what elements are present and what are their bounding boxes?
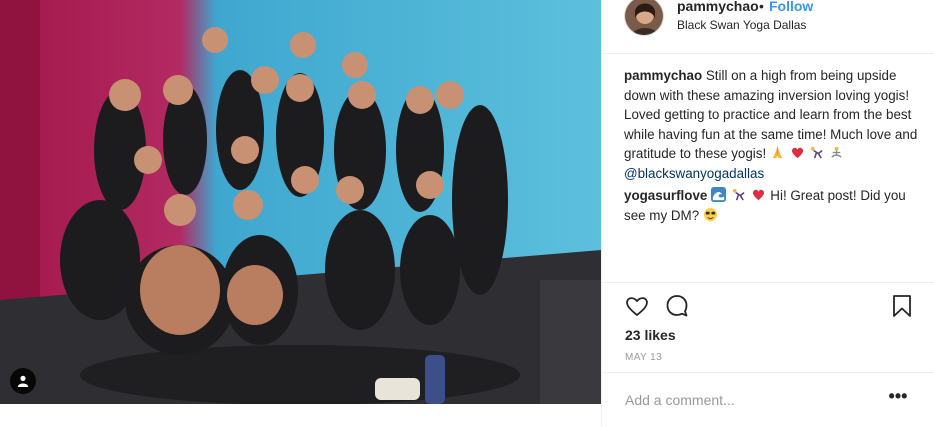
header-username[interactable]: pammychao — [677, 0, 759, 14]
group-photo-illustration — [0, 0, 601, 404]
user-icon — [17, 375, 29, 387]
save-button[interactable] — [889, 293, 915, 319]
person-doing-cartwheel-icon — [811, 146, 823, 159]
comment-username[interactable]: pammychao — [624, 68, 702, 83]
person-doing-cartwheel-icon — [732, 188, 745, 201]
avatar[interactable] — [624, 0, 664, 36]
post-header: pammychao • Follow Black Swan Yoga Dalla… — [602, 0, 934, 54]
red-heart-icon — [752, 189, 764, 201]
reply-comment: yogasurflove Hi! Great post! Did you see… — [624, 186, 924, 225]
like-button[interactable] — [624, 293, 650, 319]
comment-username[interactable]: yogasurflove — [624, 188, 707, 203]
folded-hands-icon — [772, 146, 783, 159]
add-comment-bar: ••• — [602, 372, 934, 427]
more-options-button[interactable]: ••• — [886, 387, 910, 411]
water-wave-icon — [711, 187, 727, 202]
post-date[interactable]: MAY 13 — [625, 352, 662, 363]
heart-icon — [626, 297, 648, 316]
header-separator: • — [759, 0, 764, 14]
likes-count[interactable]: 23 likes — [625, 327, 676, 343]
red-heart-icon — [791, 147, 803, 159]
location-link[interactable]: Black Swan Yoga Dallas — [677, 18, 806, 32]
post-side-panel: pammychao • Follow Black Swan Yoga Dalla… — [601, 0, 934, 427]
tagged-users-button[interactable] — [10, 368, 36, 394]
follow-button[interactable]: Follow — [769, 0, 813, 14]
bookmark-icon — [893, 295, 911, 317]
speech-bubble-icon — [666, 295, 688, 317]
post-actions: 23 likes MAY 13 — [602, 282, 934, 375]
caption-comment: pammychao Still on a high from being ups… — [624, 66, 924, 183]
comment-button[interactable] — [664, 293, 690, 319]
comment-input[interactable] — [625, 389, 865, 411]
post-photo[interactable] — [0, 0, 601, 404]
smiling-face-with-sunglasses-icon — [703, 207, 717, 221]
woman-in-lotus-icon — [831, 146, 842, 158]
comment-list: pammychao Still on a high from being ups… — [624, 66, 924, 228]
mention-link[interactable]: @blackswanyogadallas — [624, 166, 764, 181]
avatar-image — [625, 0, 663, 35]
